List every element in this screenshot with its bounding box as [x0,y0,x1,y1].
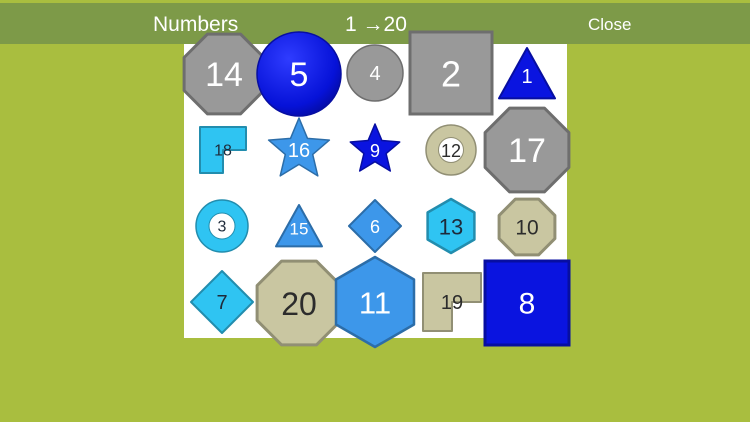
piece-number: 13 [439,215,463,240]
piece-number: 18 [214,143,232,160]
piece-number: 19 [441,292,463,314]
piece-number: 12 [441,141,461,161]
piece-number: 8 [519,288,536,321]
shape-pieces: 14 5 4 2 1 18 16 9 12 17 3 15 6 13 10 7 20 11 19 8 [182,30,571,349]
piece-8[interactable]: 8 [483,259,571,347]
piece-1[interactable]: 1 [498,47,556,100]
piece-number: 20 [281,286,317,322]
piece-number: 17 [508,132,546,170]
piece-4[interactable]: 4 [346,44,404,102]
piece-number: 14 [205,56,243,94]
piece-20[interactable]: 20 [255,259,343,347]
piece-18[interactable]: 18 [199,126,247,174]
piece-number: 9 [370,141,380,161]
piece-number: 11 [359,286,391,321]
piece-13[interactable]: 13 [426,197,476,255]
piece-7[interactable]: 7 [190,270,254,334]
piece-number: 3 [218,219,227,236]
piece-number: 15 [290,220,309,239]
piece-14[interactable]: 14 [182,32,266,116]
piece-3[interactable]: 3 [195,199,249,253]
piece-number: 7 [216,292,227,314]
piece-number: 10 [515,217,538,240]
piece-number: 4 [369,63,380,85]
piece-10[interactable]: 10 [497,197,557,257]
piece-16[interactable]: 16 [267,117,331,177]
piece-6[interactable]: 6 [348,199,402,253]
piece-number: 6 [370,217,380,237]
piece-number: 5 [290,56,309,94]
piece-9[interactable]: 9 [349,123,401,172]
piece-19[interactable]: 19 [422,272,482,332]
piece-number: 16 [288,140,310,162]
piece-5[interactable]: 5 [256,31,342,117]
piece-number: 1 [521,66,532,88]
piece-12[interactable]: 12 [425,124,477,176]
piece-number: 2 [441,54,461,95]
piece-15[interactable]: 15 [275,204,323,248]
piece-2[interactable]: 2 [408,30,494,116]
piece-11[interactable]: 11 [334,255,416,349]
piece-17[interactable]: 17 [483,106,571,194]
